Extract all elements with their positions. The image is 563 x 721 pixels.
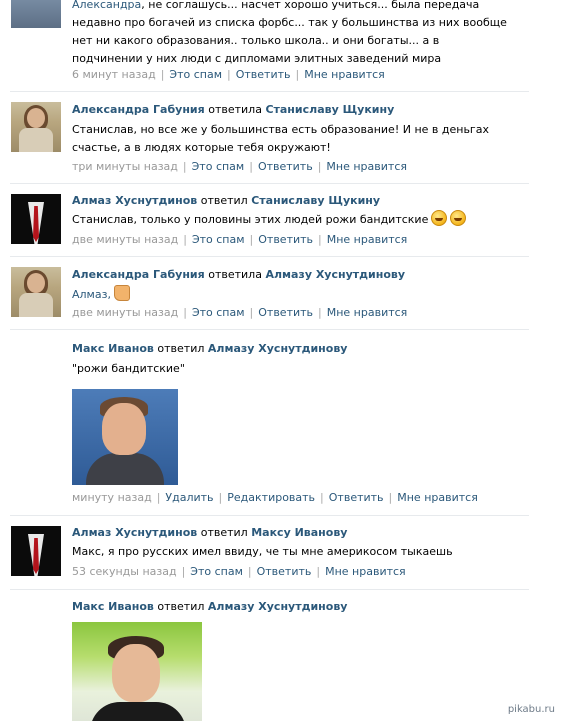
author-link[interactable]: Макс Иванов xyxy=(72,600,154,613)
thumbs-up-icon xyxy=(113,285,130,301)
reply-link[interactable]: Ответить xyxy=(258,306,313,319)
comment-text: "рожи бандитские" xyxy=(72,362,185,375)
divider xyxy=(10,589,529,590)
avatar[interactable] xyxy=(11,102,61,152)
author-link[interactable]: Александра Габуния xyxy=(72,103,205,116)
reply-to-link[interactable]: Алмазу Хуснутдинову xyxy=(208,342,348,355)
mention-link[interactable]: Александра xyxy=(72,0,141,11)
divider xyxy=(10,329,529,330)
reply-link[interactable]: Ответить xyxy=(258,233,313,246)
like-link[interactable]: Мне нравится xyxy=(327,233,408,246)
delete-link[interactable]: Удалить xyxy=(165,491,213,504)
timestamp[interactable]: две минуты назад xyxy=(72,233,178,246)
like-link[interactable]: Мне нравится xyxy=(304,68,385,81)
comment-meta: три минуты назад | Это спам | Ответить | Мне н… xyxy=(72,160,407,173)
avatar[interactable] xyxy=(11,194,61,244)
like-link[interactable]: Мне нравится xyxy=(325,565,406,578)
comment-text: Станислав, только у половины этих людей … xyxy=(72,210,512,229)
author-link[interactable]: Алмаз Хуснутдинов xyxy=(72,526,197,539)
divider xyxy=(10,515,529,516)
comment-meta: 6 минут назад | Это спам | Ответить | Мне нрав… xyxy=(72,68,385,81)
comment-meta: 53 секунды назад | Это спам | Ответить | Мне н… xyxy=(72,565,406,578)
watermark: pikabu.ru xyxy=(507,704,555,715)
comment-text: Алмаз, xyxy=(72,285,512,304)
spam-link[interactable]: Это спам xyxy=(192,233,245,246)
comment-header: Александра Габуния ответила Алмазу Хусну… xyxy=(72,268,406,281)
avatar[interactable] xyxy=(11,0,61,28)
avatar[interactable] xyxy=(11,526,61,576)
comment-meta: минуту назад | Удалить | Редактировать | Ответ… xyxy=(72,491,478,504)
spam-link[interactable]: Это спам xyxy=(169,68,222,81)
reply-link[interactable]: Ответить xyxy=(258,160,313,173)
like-link[interactable]: Мне нравится xyxy=(327,306,408,319)
timestamp[interactable]: минуту назад xyxy=(72,491,152,504)
timestamp[interactable]: 6 минут назад xyxy=(72,68,156,81)
reply-link[interactable]: Ответить xyxy=(257,565,312,578)
comment-header: Алмаз Хуснутдинов ответил Максу Иванову xyxy=(72,526,348,539)
author-link[interactable]: Алмаз Хуснутдинов xyxy=(72,194,197,207)
comment-text: Макс, я про русских имел ввиду, че ты мн… xyxy=(72,545,453,558)
laughing-smiley-icon xyxy=(450,210,467,226)
avatar[interactable] xyxy=(11,267,61,317)
comment-text: Александра, не соглашусь... насчет хорош… xyxy=(72,0,507,65)
comment-header: Алмаз Хуснутдинов ответил Станиславу Щук… xyxy=(72,194,381,207)
reply-to-link[interactable]: Станиславу Щукину xyxy=(265,103,394,116)
author-link[interactable]: Макс Иванов xyxy=(72,342,154,355)
attached-photo[interactable] xyxy=(72,622,202,721)
timestamp[interactable]: две минуты назад xyxy=(72,306,178,319)
timestamp[interactable]: 53 секунды назад xyxy=(72,565,177,578)
comment-header: Александра Габуния ответила Станиславу Щ… xyxy=(72,103,395,116)
timestamp[interactable]: три минуты назад xyxy=(72,160,178,173)
comment-header: Макс Иванов ответил Алмазу Хуснутдинову xyxy=(72,342,348,355)
divider xyxy=(10,183,529,184)
reply-to-link[interactable]: Алмазу Хуснутдинову xyxy=(265,268,405,281)
comment-meta: две минуты назад | Это спам | Ответить | Мне н… xyxy=(72,233,408,246)
reply-to-link[interactable]: Максу Иванову xyxy=(251,526,347,539)
reply-to-link[interactable]: Алмазу Хуснутдинову xyxy=(208,600,348,613)
comment-header: Макс Иванов ответил Алмазу Хуснутдинову xyxy=(72,600,348,613)
comment-text: Станислав, но все же у большинства есть … xyxy=(72,123,489,154)
author-link[interactable]: Александра Габуния xyxy=(72,268,205,281)
divider xyxy=(10,256,529,257)
spam-link[interactable]: Это спам xyxy=(190,565,243,578)
attached-photo[interactable] xyxy=(72,389,178,485)
laughing-smiley-icon xyxy=(431,210,448,226)
reply-to-link[interactable]: Станиславу Щукину xyxy=(251,194,380,207)
spam-link[interactable]: Это спам xyxy=(192,160,245,173)
reply-link[interactable]: Ответить xyxy=(236,68,291,81)
comment-meta: две минуты назад | Это спам | Ответить | Мне н… xyxy=(72,306,408,319)
like-link[interactable]: Мне нравится xyxy=(397,491,478,504)
like-link[interactable]: Мне нравится xyxy=(326,160,407,173)
reply-link[interactable]: Ответить xyxy=(329,491,384,504)
spam-link[interactable]: Это спам xyxy=(192,306,245,319)
divider xyxy=(10,91,529,92)
edit-link[interactable]: Редактировать xyxy=(227,491,315,504)
